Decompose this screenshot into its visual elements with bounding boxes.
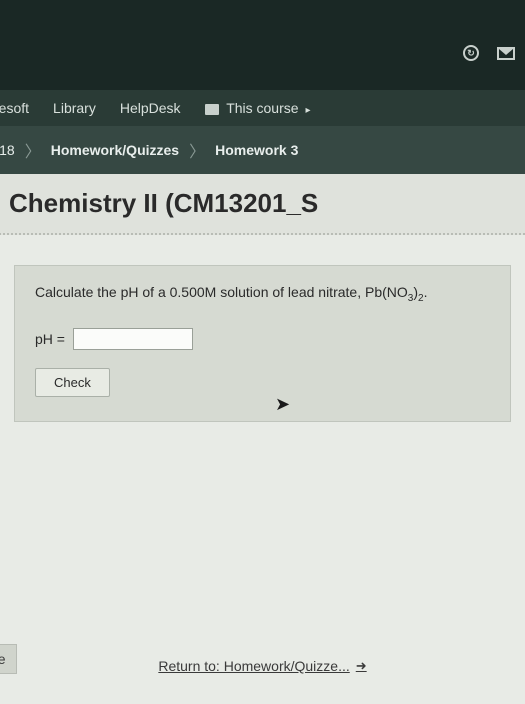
- breadcrumb-course[interactable]: _S18: [0, 142, 15, 158]
- mail-icon[interactable]: [497, 47, 515, 60]
- nav-helpdesk[interactable]: HelpDesk: [120, 100, 181, 116]
- monitor-icon: [205, 104, 219, 115]
- chevron-right-icon: 〉: [25, 138, 41, 162]
- refresh-icon[interactable]: ↻: [463, 45, 479, 61]
- nav-course-label: This course: [226, 100, 298, 116]
- question-panel: Calculate the pH of a 0.500M solution of…: [14, 265, 511, 422]
- nav-peoplesoft[interactable]: oplesoft: [0, 100, 29, 116]
- chevron-right-icon: ▸: [305, 105, 310, 116]
- check-button[interactable]: Check: [35, 368, 110, 397]
- breadcrumb-homework-3[interactable]: Homework 3: [215, 142, 298, 158]
- ge-tab[interactable]: ge: [0, 644, 17, 674]
- top-header-area: ↻: [0, 0, 525, 90]
- question-prefix: Calculate the pH of a 0.500M solution of…: [35, 284, 408, 300]
- top-icon-bar: ↻: [463, 45, 515, 61]
- answer-row: pH =: [35, 328, 490, 350]
- breadcrumb: _S18 〉 Homework/Quizzes 〉 Homework 3: [0, 126, 525, 174]
- chevron-right-icon: 〉: [189, 138, 205, 162]
- nav-library[interactable]: Library: [53, 100, 96, 116]
- return-link-label: Return to: Homework/Quizze...: [158, 658, 349, 674]
- question-text: Calculate the pH of a 0.500M solution of…: [35, 284, 490, 304]
- cursor-icon: ➤: [275, 394, 290, 415]
- page-title: ral Chemistry II (CM13201_S: [0, 174, 525, 235]
- ph-input[interactable]: [73, 328, 193, 350]
- question-suffix: .: [424, 284, 428, 300]
- return-link[interactable]: Return to: Homework/Quizze... ➜: [158, 658, 366, 674]
- main-nav: oplesoft Library HelpDesk This course ▸: [0, 90, 525, 126]
- nav-this-course[interactable]: This course ▸: [205, 100, 311, 116]
- answer-label: pH =: [35, 331, 65, 347]
- content-area: ral Chemistry II (CM13201_S Calculate th…: [0, 174, 525, 704]
- return-arrow-icon: ➜: [356, 658, 367, 674]
- breadcrumb-homework-quizzes[interactable]: Homework/Quizzes: [51, 142, 179, 158]
